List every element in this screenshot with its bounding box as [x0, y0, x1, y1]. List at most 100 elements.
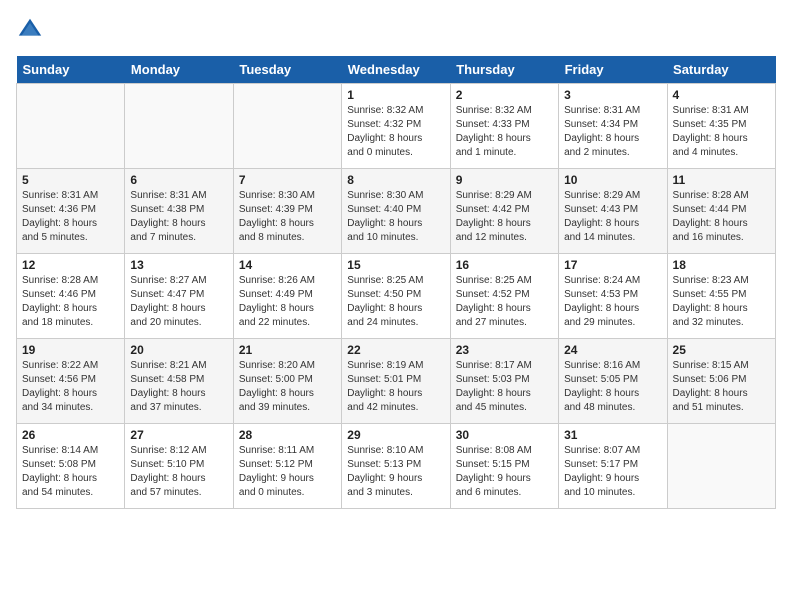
calendar-cell: 14 Sunrise: 8:26 AM Sunset: 4:49 PM Dayli… — [233, 254, 341, 339]
calendar-cell: 13 Sunrise: 8:27 AM Sunset: 4:47 PM Dayli… — [125, 254, 233, 339]
day-number: 6 — [130, 173, 227, 187]
day-number: 25 — [673, 343, 770, 357]
day-of-week-header: Saturday — [667, 56, 775, 84]
day-number: 13 — [130, 258, 227, 272]
calendar-cell: 10 Sunrise: 8:29 AM Sunset: 4:43 PM Dayli… — [559, 169, 667, 254]
calendar-cell: 25 Sunrise: 8:15 AM Sunset: 5:06 PM Dayli… — [667, 339, 775, 424]
cell-content: Sunrise: 8:29 AM Sunset: 4:42 PM Dayligh… — [456, 189, 553, 245]
cell-content: Sunrise: 8:19 AM Sunset: 5:01 PM Dayligh… — [347, 359, 444, 415]
day-number: 22 — [347, 343, 444, 357]
cell-content: Sunrise: 8:16 AM Sunset: 5:05 PM Dayligh… — [564, 359, 661, 415]
calendar-week-row: 5 Sunrise: 8:31 AM Sunset: 4:36 PM Daylig… — [17, 169, 776, 254]
day-number: 15 — [347, 258, 444, 272]
cell-content: Sunrise: 8:25 AM Sunset: 4:52 PM Dayligh… — [456, 274, 553, 330]
calendar-cell: 17 Sunrise: 8:24 AM Sunset: 4:53 PM Dayli… — [559, 254, 667, 339]
day-of-week-header: Thursday — [450, 56, 558, 84]
cell-content: Sunrise: 8:31 AM Sunset: 4:36 PM Dayligh… — [22, 189, 119, 245]
day-number: 4 — [673, 88, 770, 102]
calendar-cell: 11Sunrise: 8:28 AM Sunset: 4:44 PM Dayli… — [667, 169, 775, 254]
day-number: 12 — [22, 258, 119, 272]
day-number: 21 — [239, 343, 336, 357]
logo-icon — [16, 16, 44, 44]
cell-content: Sunrise: 8:27 AM Sunset: 4:47 PM Dayligh… — [130, 274, 227, 330]
day-number: 17 — [564, 258, 661, 272]
day-number: 27 — [130, 428, 227, 442]
calendar-cell: 21 Sunrise: 8:20 AM Sunset: 5:00 PM Dayli… — [233, 339, 341, 424]
day-number: 5 — [22, 173, 119, 187]
cell-content: Sunrise: 8:29 AM Sunset: 4:43 PM Dayligh… — [564, 189, 661, 245]
page-container: SundayMondayTuesdayWednesdayThursdayFrid… — [0, 0, 792, 517]
calendar-week-row: 12 Sunrise: 8:28 AM Sunset: 4:46 PM Dayli… — [17, 254, 776, 339]
cell-content: Sunrise: 8:10 AM Sunset: 5:13 PM Dayligh… — [347, 444, 444, 500]
day-number: 7 — [239, 173, 336, 187]
calendar-cell: 8 Sunrise: 8:30 AM Sunset: 4:40 PM Daylig… — [342, 169, 450, 254]
day-number: 14 — [239, 258, 336, 272]
day-number: 28 — [239, 428, 336, 442]
cell-content: Sunrise: 8:20 AM Sunset: 5:00 PM Dayligh… — [239, 359, 336, 415]
calendar-cell — [233, 84, 341, 169]
cell-content: Sunrise: 8:11 AM Sunset: 5:12 PM Dayligh… — [239, 444, 336, 500]
day-of-week-header: Monday — [125, 56, 233, 84]
day-number: 30 — [456, 428, 553, 442]
day-number: 1 — [347, 88, 444, 102]
calendar-cell — [125, 84, 233, 169]
calendar-week-row: 1 Sunrise: 8:32 AM Sunset: 4:32 PM Daylig… — [17, 84, 776, 169]
calendar-cell: 16Sunrise: 8:25 AM Sunset: 4:52 PM Dayli… — [450, 254, 558, 339]
calendar-cell — [667, 424, 775, 509]
day-number: 19 — [22, 343, 119, 357]
day-number: 8 — [347, 173, 444, 187]
day-number: 23 — [456, 343, 553, 357]
calendar-cell: 30 Sunrise: 8:08 AM Sunset: 5:15 PM Dayli… — [450, 424, 558, 509]
calendar-header-row: SundayMondayTuesdayWednesdayThursdayFrid… — [17, 56, 776, 84]
calendar-cell: 23 Sunrise: 8:17 AM Sunset: 5:03 PM Dayli… — [450, 339, 558, 424]
cell-content: Sunrise: 8:32 AM Sunset: 4:32 PM Dayligh… — [347, 104, 444, 160]
calendar-cell: 24Sunrise: 8:16 AM Sunset: 5:05 PM Dayli… — [559, 339, 667, 424]
calendar-cell: 27 Sunrise: 8:12 AM Sunset: 5:10 PM Dayli… — [125, 424, 233, 509]
cell-content: Sunrise: 8:31 AM Sunset: 4:35 PM Dayligh… — [673, 104, 770, 160]
calendar-cell: 4 Sunrise: 8:31 AM Sunset: 4:35 PM Daylig… — [667, 84, 775, 169]
calendar-cell: 22 Sunrise: 8:19 AM Sunset: 5:01 PM Dayli… — [342, 339, 450, 424]
day-number: 26 — [22, 428, 119, 442]
calendar-cell: 20Sunrise: 8:21 AM Sunset: 4:58 PM Dayli… — [125, 339, 233, 424]
cell-content: Sunrise: 8:24 AM Sunset: 4:53 PM Dayligh… — [564, 274, 661, 330]
calendar-cell: 26Sunrise: 8:14 AM Sunset: 5:08 PM Dayli… — [17, 424, 125, 509]
cell-content: Sunrise: 8:15 AM Sunset: 5:06 PM Dayligh… — [673, 359, 770, 415]
calendar-cell: 9 Sunrise: 8:29 AM Sunset: 4:42 PM Daylig… — [450, 169, 558, 254]
cell-content: Sunrise: 8:31 AM Sunset: 4:34 PM Dayligh… — [564, 104, 661, 160]
calendar-cell: 19 Sunrise: 8:22 AM Sunset: 4:56 PM Dayli… — [17, 339, 125, 424]
cell-content: Sunrise: 8:28 AM Sunset: 4:46 PM Dayligh… — [22, 274, 119, 330]
calendar-cell: 7 Sunrise: 8:30 AM Sunset: 4:39 PM Daylig… — [233, 169, 341, 254]
cell-content: Sunrise: 8:31 AM Sunset: 4:38 PM Dayligh… — [130, 189, 227, 245]
calendar-cell: 28 Sunrise: 8:11 AM Sunset: 5:12 PM Dayli… — [233, 424, 341, 509]
calendar-cell: 2 Sunrise: 8:32 AM Sunset: 4:33 PM Daylig… — [450, 84, 558, 169]
cell-content: Sunrise: 8:12 AM Sunset: 5:10 PM Dayligh… — [130, 444, 227, 500]
day-number: 10 — [564, 173, 661, 187]
calendar-cell — [17, 84, 125, 169]
cell-content: Sunrise: 8:07 AM Sunset: 5:17 PM Dayligh… — [564, 444, 661, 500]
calendar-cell: 3 Sunrise: 8:31 AM Sunset: 4:34 PM Daylig… — [559, 84, 667, 169]
cell-content: Sunrise: 8:30 AM Sunset: 4:40 PM Dayligh… — [347, 189, 444, 245]
day-of-week-header: Friday — [559, 56, 667, 84]
day-number: 29 — [347, 428, 444, 442]
cell-content: Sunrise: 8:17 AM Sunset: 5:03 PM Dayligh… — [456, 359, 553, 415]
day-number: 31 — [564, 428, 661, 442]
day-of-week-header: Sunday — [17, 56, 125, 84]
cell-content: Sunrise: 8:26 AM Sunset: 4:49 PM Dayligh… — [239, 274, 336, 330]
day-number: 2 — [456, 88, 553, 102]
calendar-cell: 29 Sunrise: 8:10 AM Sunset: 5:13 PM Dayli… — [342, 424, 450, 509]
calendar-cell: 12 Sunrise: 8:28 AM Sunset: 4:46 PM Dayli… — [17, 254, 125, 339]
calendar-week-row: 26Sunrise: 8:14 AM Sunset: 5:08 PM Dayli… — [17, 424, 776, 509]
cell-content: Sunrise: 8:08 AM Sunset: 5:15 PM Dayligh… — [456, 444, 553, 500]
day-of-week-header: Wednesday — [342, 56, 450, 84]
cell-content: Sunrise: 8:30 AM Sunset: 4:39 PM Dayligh… — [239, 189, 336, 245]
header — [16, 16, 776, 44]
calendar-cell: 18Sunrise: 8:23 AM Sunset: 4:55 PM Dayli… — [667, 254, 775, 339]
cell-content: Sunrise: 8:23 AM Sunset: 4:55 PM Dayligh… — [673, 274, 770, 330]
cell-content: Sunrise: 8:32 AM Sunset: 4:33 PM Dayligh… — [456, 104, 553, 160]
cell-content: Sunrise: 8:25 AM Sunset: 4:50 PM Dayligh… — [347, 274, 444, 330]
day-number: 3 — [564, 88, 661, 102]
day-number: 9 — [456, 173, 553, 187]
calendar-cell: 5 Sunrise: 8:31 AM Sunset: 4:36 PM Daylig… — [17, 169, 125, 254]
cell-content: Sunrise: 8:22 AM Sunset: 4:56 PM Dayligh… — [22, 359, 119, 415]
calendar-cell: 6 Sunrise: 8:31 AM Sunset: 4:38 PM Daylig… — [125, 169, 233, 254]
